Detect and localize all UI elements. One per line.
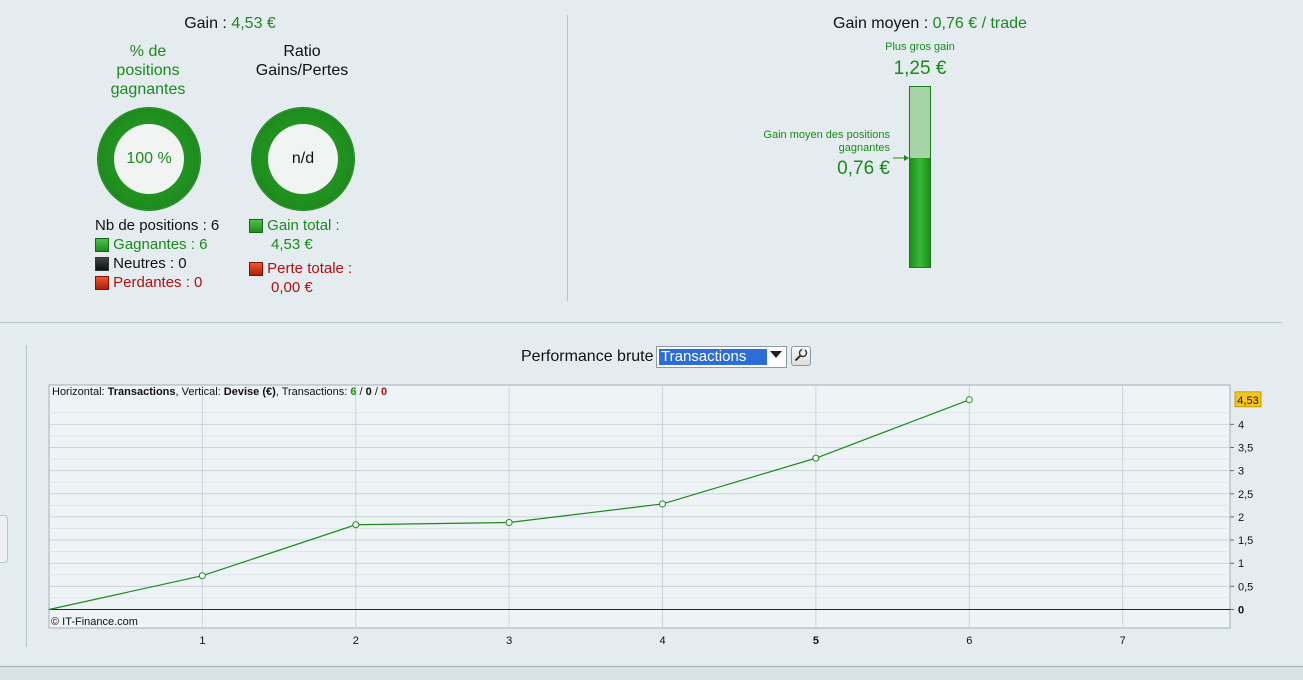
y-tick-label: 0,5 [1238, 581, 1253, 593]
gain-moyen-positions-label: Gain moyen des positions gagnantes [740, 129, 890, 155]
legend-gain-total: Gain total : [249, 216, 352, 235]
pct-title-line-1: % de [129, 43, 167, 60]
perte-totale-value: 0,00 € [271, 279, 313, 296]
x-tick-label: 5 [813, 635, 819, 647]
settings-button[interactable] [791, 346, 811, 366]
y-tick-label: 1 [1238, 558, 1244, 570]
x-tick-label: 1 [199, 635, 205, 647]
data-point[interactable] [505, 518, 513, 526]
y-tick-label: 0 [1238, 604, 1244, 616]
gain-moyen-summary: Gain moyen : 0,76 € / trade [780, 15, 1080, 33]
positions-legend: Nb de positions : 6 Gagnantes : 6 Neutre… [95, 216, 219, 292]
y-tick-label: 3 [1238, 466, 1244, 478]
neutres-label: Neutres : 0 [113, 255, 187, 272]
pct-title-line-2: positions [116, 62, 180, 79]
performance-chart: 0 0,5 1 1,5 2 2,5 3 3,5 4 4,53 1 2 3 4 5 6 7 Horizontal… [48, 384, 1262, 647]
data-point[interactable] [965, 396, 973, 404]
ratio-gauge: n/d [252, 108, 354, 210]
green-swatch-icon [249, 219, 263, 234]
x-axis: 1 2 3 4 5 6 7 [199, 635, 1125, 647]
plus-gros-gain-label: Plus gros gain [885, 41, 955, 53]
ratio-title-line-2: Gains/Pertes [255, 62, 349, 79]
y-tick-label: 2 [1238, 512, 1244, 524]
black-swatch-icon [95, 257, 109, 272]
gain-bar-fill [910, 157, 930, 267]
gain-bar [909, 86, 931, 268]
gain-total-value: 4,53 € [271, 236, 313, 253]
y-tick-label: 4 [1238, 419, 1244, 431]
pct-winning-value: 100 % [114, 124, 184, 194]
totals-legend: Gain total : 4,53 € Perte totale : 0,00 … [249, 216, 352, 297]
perdantes-label: Perdantes : 0 [113, 274, 203, 291]
perte-totale-label: Perte totale : [267, 260, 353, 277]
pct-winning-title: % de positions gagnantes [88, 42, 208, 99]
gain-summary: Gain : 4,53 € [130, 15, 330, 33]
gain-moyen-pos-line-2: gagnantes [838, 142, 890, 154]
gain-moyen-positions-value: 0,76 € [837, 158, 890, 179]
data-point[interactable] [198, 572, 206, 580]
gain-total-label: Gain total : [267, 217, 340, 234]
plus-gros-gain-value: 1,25 € [893, 58, 947, 79]
legend-neutres: Neutres : 0 [95, 254, 219, 273]
y-tick-label: 1,5 [1238, 535, 1253, 547]
x-tick-label: 6 [966, 635, 972, 647]
bottom-left-divider [26, 345, 27, 647]
chevron-down-icon [770, 351, 782, 358]
data-point[interactable] [812, 454, 820, 462]
ratio-value: n/d [268, 124, 338, 194]
y-tick-label: 2,5 [1238, 489, 1253, 501]
gain-label: Gain : [184, 15, 232, 32]
status-strip [0, 667, 1303, 680]
x-tick-label: 3 [506, 635, 512, 647]
performance-title: Performance brute [521, 348, 654, 365]
last-value-label: 4,53 [1237, 395, 1258, 407]
panel-divider [567, 15, 568, 301]
y-tick-label: 3,5 [1238, 442, 1253, 454]
data-point[interactable] [659, 500, 667, 508]
data-point[interactable] [352, 521, 360, 529]
x-tick-label: 2 [353, 635, 359, 647]
wrench-icon [794, 348, 808, 362]
legend-gagnantes: Gagnantes : 6 [95, 235, 219, 254]
select-value: Transactions [659, 349, 767, 365]
legend-perte-totale: Perte totale : [249, 259, 352, 278]
x-tick-label: 7 [1120, 635, 1126, 647]
y-axis: 0 0,5 1 1,5 2 2,5 3 3,5 4 4,53 [1230, 391, 1262, 616]
ratio-title: Ratio Gains/Pertes [240, 42, 364, 80]
ratio-title-line-1: Ratio [283, 43, 321, 60]
nb-positions: Nb de positions : 6 [95, 217, 220, 234]
marker-arrow-icon [893, 155, 909, 161]
x-tick-label: 4 [659, 635, 665, 647]
pct-title-line-3: gagnantes [110, 81, 186, 98]
red-swatch-icon [95, 276, 109, 291]
performance-select[interactable]: Transactions [656, 346, 787, 368]
red-swatch-icon [249, 262, 263, 277]
pct-winning-gauge: 100 % [98, 108, 200, 210]
gain-moyen-value: 0,76 € / trade [932, 15, 1027, 32]
gain-moyen-label: Gain moyen : [833, 15, 933, 32]
copyright: © IT-Finance.com [51, 616, 138, 628]
gagnantes-label: Gagnantes : 6 [113, 236, 208, 253]
side-tab[interactable] [0, 515, 8, 563]
legend-perdantes: Perdantes : 0 [95, 273, 219, 292]
gain-moyen-pos-line-1: Gain moyen des positions [763, 129, 890, 141]
section-divider [0, 322, 1282, 323]
gain-value: 4,53 € [231, 15, 276, 32]
chart-info-line: Horizontal: Transactions, Vertical: Devi… [52, 386, 387, 398]
green-swatch-icon [95, 238, 109, 253]
